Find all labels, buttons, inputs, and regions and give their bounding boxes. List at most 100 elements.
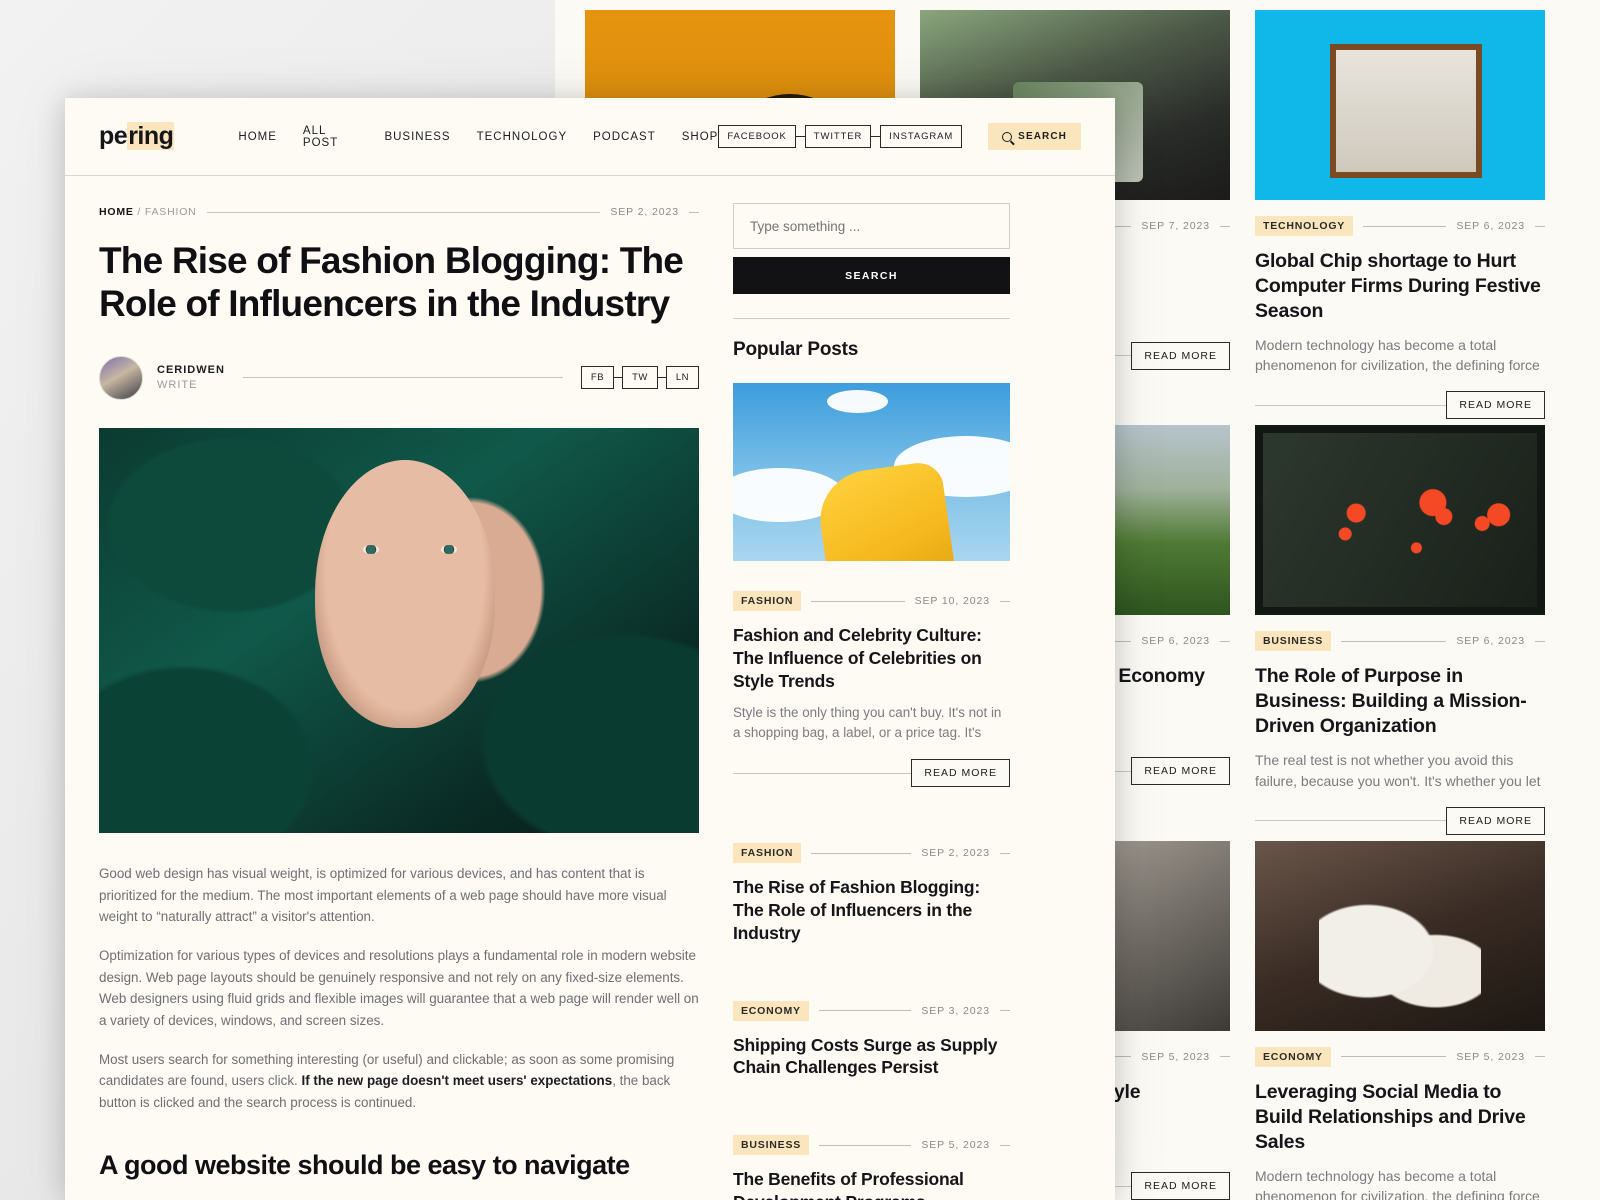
card-date: SEP 5, 2023: [1141, 1050, 1210, 1063]
list-item[interactable]: FASHION SEP 10, 2023 Fashion and Celebri…: [733, 561, 1010, 788]
card-category-chip[interactable]: BUSINESS: [1255, 631, 1332, 652]
post-title[interactable]: The Rise of Fashion Blogging: The Role o…: [733, 876, 1010, 944]
card-date: SEP 7, 2023: [1141, 220, 1210, 232]
author-block: CERIDWEN WRITE FB TW LN: [99, 355, 699, 400]
sidebar-divider: [733, 318, 1010, 319]
share-connector: [657, 377, 666, 379]
breadcrumb-category[interactable]: FASHION: [145, 206, 197, 218]
post-title[interactable]: Fashion and Celebrity Culture: The Influ…: [733, 624, 1010, 692]
meta-rule: [1363, 225, 1447, 227]
cloud-shape: [827, 390, 889, 414]
meta-dash: [1535, 225, 1545, 227]
article-page: pering HOME ALL POST BUSINESS TECHNOLOGY…: [65, 98, 1115, 1200]
read-more-button[interactable]: READ MORE: [1446, 391, 1545, 420]
meta-dash: [1220, 1056, 1230, 1058]
card-excerpt: Modern technology has become a total phe…: [1255, 1166, 1545, 1200]
article-body: Good web design has visual weight, is op…: [99, 863, 699, 1181]
post-meta: ECONOMY SEP 3, 2023: [733, 1000, 1010, 1021]
card-thumbnail-image: [1255, 425, 1545, 616]
nav-item-shop[interactable]: SHOP: [682, 131, 719, 143]
breadcrumb-text[interactable]: HOME / FASHION: [99, 206, 197, 218]
list-item[interactable]: FASHION SEP 2, 2023 The Rise of Fashion …: [733, 813, 1010, 944]
nav-item-home[interactable]: HOME: [238, 131, 277, 143]
read-more-button[interactable]: READ MORE: [1131, 341, 1230, 370]
header-search-button[interactable]: SEARCH: [988, 123, 1081, 150]
footer-rule: [1255, 820, 1447, 822]
share-button-fb[interactable]: FB: [580, 366, 615, 390]
main-navigation: HOME ALL POST BUSINESS TECHNOLOGY PODCAS…: [238, 125, 718, 149]
card-date: SEP 6, 2023: [1141, 635, 1210, 648]
card-category-chip[interactable]: ECONOMY: [1255, 1046, 1331, 1067]
card-category-chip[interactable]: TECHNOLOGY: [1255, 216, 1354, 236]
background-card[interactable]: TECHNOLOGY SEP 6, 2023 Global Chip short…: [1255, 10, 1545, 425]
popular-posts-heading: Popular Posts: [733, 339, 859, 360]
search-submit-button[interactable]: SEARCH: [733, 257, 1010, 294]
search-icon: [1002, 131, 1013, 142]
meta-dash: [1535, 640, 1545, 642]
background-card[interactable]: ECONOMY SEP 5, 2023 Leveraging Social Me…: [1255, 840, 1545, 1200]
read-more-button[interactable]: READ MORE: [1131, 757, 1230, 785]
read-more-button[interactable]: READ MORE: [1131, 1172, 1230, 1200]
card-date: SEP 6, 2023: [1456, 220, 1525, 232]
share-button-ln[interactable]: LN: [665, 366, 699, 390]
header-search-label: SEARCH: [1018, 131, 1067, 142]
card-excerpt-line1: Modern technology has become a total: [1255, 336, 1497, 353]
page-title: The Rise of Fashion Blogging: The Role o…: [99, 240, 684, 324]
avatar: [99, 355, 143, 400]
card-excerpt: The real test is not whether you avoid t…: [1255, 750, 1545, 791]
list-item[interactable]: ECONOMY SEP 3, 2023 Shipping Costs Surge…: [733, 971, 1010, 1080]
meta-dash: [1000, 600, 1010, 602]
author-rule: [242, 377, 563, 379]
meta-dash: [1000, 852, 1010, 854]
post-meta: FASHION SEP 10, 2023: [733, 591, 1010, 611]
card-title[interactable]: The Role of Purpose in Business: Buildin…: [1255, 664, 1545, 739]
post-title[interactable]: Shipping Costs Surge as Supply Chain Cha…: [733, 1034, 1010, 1080]
breadcrumb-home[interactable]: HOME: [99, 206, 134, 218]
card-excerpt-line1: The real test is not whether you avoid t…: [1255, 752, 1514, 769]
post-category-chip[interactable]: ECONOMY: [733, 1000, 809, 1021]
share-connector: [614, 377, 623, 379]
card-title[interactable]: Leveraging Social Media to Build Relatio…: [1255, 1080, 1545, 1155]
nav-item-all-post[interactable]: ALL POST: [303, 125, 359, 149]
read-more-button[interactable]: READ MORE: [911, 759, 1010, 788]
article-subheading: A good website should be easy to navigat…: [99, 1149, 630, 1180]
article-date: SEP 2, 2023: [610, 206, 679, 218]
post-category-chip[interactable]: BUSINESS: [733, 1135, 810, 1156]
logo-text-highlight: ring: [127, 122, 175, 150]
hero-portrait: [315, 460, 495, 728]
breadcrumb: HOME / FASHION SEP 2, 2023: [99, 206, 699, 218]
social-connector: [795, 136, 805, 137]
footer-rule: [733, 772, 912, 774]
article-paragraph: Good web design has visual weight, is op…: [99, 865, 667, 925]
share-buttons: FB TW LN: [580, 366, 699, 390]
article-paragraph: Most users search for something interest…: [99, 1049, 699, 1114]
list-item[interactable]: BUSINESS SEP 5, 2023 The Benefits of Pro…: [733, 1105, 1010, 1200]
article-hero-image: [99, 427, 699, 833]
search-input[interactable]: [733, 203, 1010, 249]
meta-rule: [1340, 1056, 1447, 1058]
post-date: SEP 2, 2023: [921, 847, 990, 860]
site-logo[interactable]: pering: [99, 122, 175, 151]
post-category-chip[interactable]: FASHION: [733, 843, 802, 864]
nav-item-business[interactable]: BUSINESS: [384, 131, 450, 143]
social-link-instagram[interactable]: INSTAGRAM: [880, 125, 963, 148]
paragraph-bold-phrase: If the new page doesn't meet users' expe…: [301, 1073, 613, 1089]
author-meta: CERIDWEN WRITE: [157, 363, 225, 393]
post-category-chip[interactable]: FASHION: [733, 591, 802, 611]
nav-item-podcast[interactable]: PODCAST: [593, 131, 656, 143]
author-name[interactable]: CERIDWEN: [157, 363, 225, 378]
meta-dash: [1535, 1056, 1545, 1058]
card-excerpt-line2: phenomenon for civilization, the definin…: [1255, 1188, 1540, 1200]
social-link-facebook[interactable]: FACEBOOK: [718, 125, 796, 148]
background-card[interactable]: BUSINESS SEP 6, 2023 The Role of Purpose…: [1255, 425, 1545, 840]
meta-dash: [689, 211, 699, 213]
card-thumbnail-image: [1255, 10, 1545, 200]
social-link-twitter[interactable]: TWITTER: [804, 125, 872, 148]
share-button-tw[interactable]: TW: [622, 366, 658, 390]
card-title[interactable]: Global Chip shortage to Hurt Computer Fi…: [1255, 249, 1545, 324]
read-more-button[interactable]: READ MORE: [1446, 806, 1545, 835]
post-title[interactable]: The Benefits of Professional Development…: [733, 1168, 1010, 1200]
nav-item-technology[interactable]: TECHNOLOGY: [477, 131, 568, 143]
